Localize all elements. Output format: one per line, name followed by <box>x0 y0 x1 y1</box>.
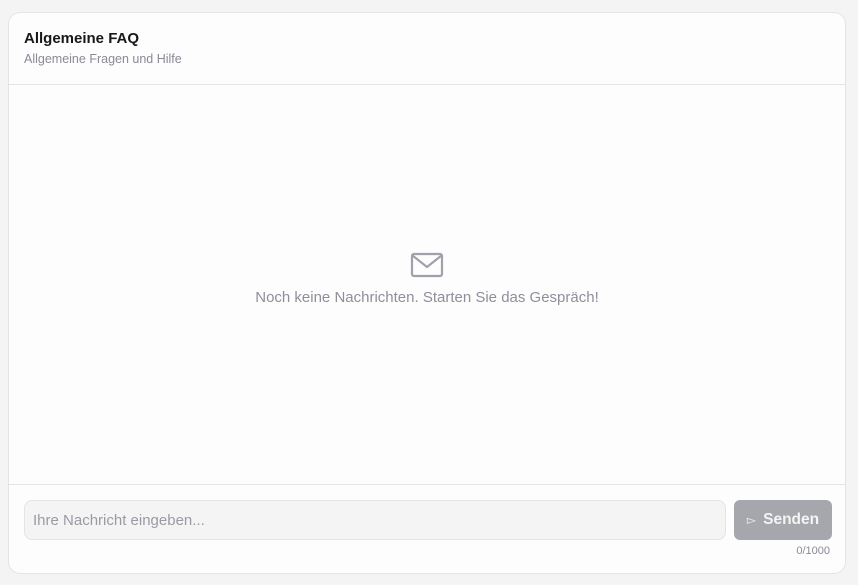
mail-icon <box>410 252 444 278</box>
chat-title: Allgemeine FAQ <box>24 30 140 47</box>
send-button[interactable]: ▻ Senden <box>734 500 832 540</box>
empty-state-text: Noch keine Nachrichten. Starten Sie das … <box>255 289 599 306</box>
chat-subtitle: Allgemeine Fragen und Hilfe <box>24 52 182 66</box>
send-button-label: Senden <box>763 511 820 528</box>
character-counter: 0/1000 <box>796 545 830 557</box>
message-list[interactable]: Noch keine Nachrichten. Starten Sie das … <box>9 85 845 485</box>
chat-header: Allgemeine FAQ Allgemeine Fragen und Hil… <box>9 13 845 85</box>
message-composer: ▻ Senden 0/1000 <box>9 485 845 573</box>
message-input[interactable] <box>24 500 726 540</box>
send-icon: ▻ <box>746 513 757 527</box>
chat-panel: Allgemeine FAQ Allgemeine Fragen und Hil… <box>8 12 846 574</box>
